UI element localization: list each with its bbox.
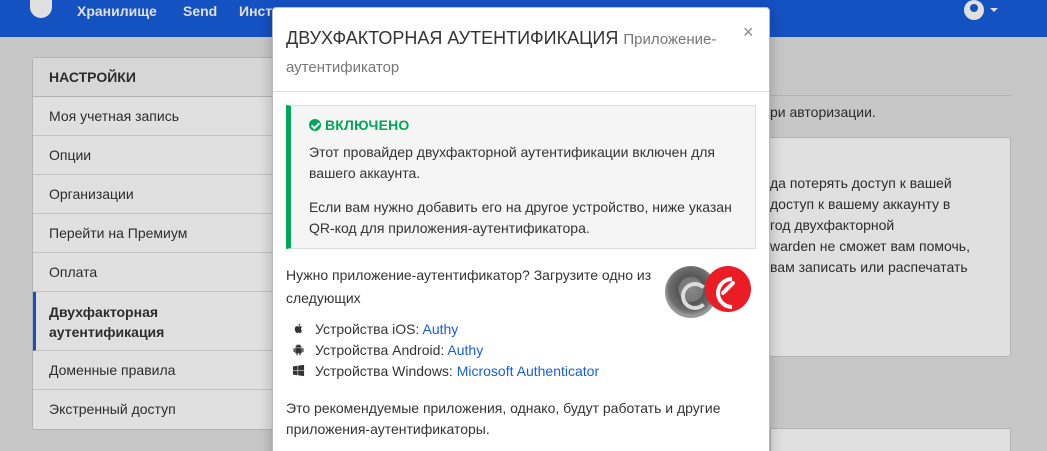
app-platform-windows: Устройства Windows: bbox=[315, 363, 453, 379]
modal-header: ДВУХФАКТОРНАЯ АУТЕНТИФИКАЦИЯ Приложение-… bbox=[273, 8, 769, 92]
app-platform-android: Устройства Android: bbox=[315, 342, 445, 358]
modal-title: ДВУХФАКТОРНАЯ АУТЕНТИФИКАЦИЯ Приложение-… bbox=[286, 25, 726, 81]
apple-icon bbox=[294, 323, 302, 333]
two-step-authenticator-modal: ДВУХФАКТОРНАЯ АУТЕНТИФИКАЦИЯ Приложение-… bbox=[272, 7, 770, 451]
authy-logo-icon bbox=[705, 266, 751, 312]
modal-title-text: ДВУХФАКТОРНАЯ АУТЕНТИФИКАЦИЯ bbox=[286, 28, 619, 48]
list-item: Устройства Windows: Microsoft Authentica… bbox=[292, 361, 692, 382]
android-icon bbox=[293, 344, 304, 356]
need-app-text: Нужно приложение-аутентификатор? Загрузи… bbox=[286, 267, 652, 306]
status-label: ВКЛЮЧЕНО bbox=[325, 117, 410, 133]
close-button[interactable]: × bbox=[743, 22, 754, 43]
list-item: Устройства iOS: Authy bbox=[292, 319, 692, 340]
check-circle-icon bbox=[309, 119, 321, 131]
app-platform-ios: Устройства iOS: bbox=[315, 321, 420, 337]
microsoft-authenticator-link[interactable]: Microsoft Authenticator bbox=[457, 363, 599, 379]
list-item: Устройства Android: Authy bbox=[292, 340, 692, 361]
windows-icon bbox=[292, 364, 305, 377]
status-qr-hint: Если вам нужно добавить его на другое ус… bbox=[309, 199, 732, 236]
recommendation-text: Это рекомендуемые приложения, однако, бу… bbox=[286, 400, 721, 437]
authenticator-app-list: Устройства iOS: Authy Устройства Android… bbox=[292, 319, 692, 382]
status-description: Этот провайдер двухфакторной аутентифика… bbox=[309, 144, 715, 181]
enabled-status-callout: ВКЛЮЧЕНО Этот провайдер двухфакторной ау… bbox=[286, 105, 756, 249]
authy-ios-link[interactable]: Authy bbox=[422, 321, 458, 337]
status-title: ВКЛЮЧЕНО bbox=[309, 117, 410, 133]
authy-android-link[interactable]: Authy bbox=[447, 342, 483, 358]
